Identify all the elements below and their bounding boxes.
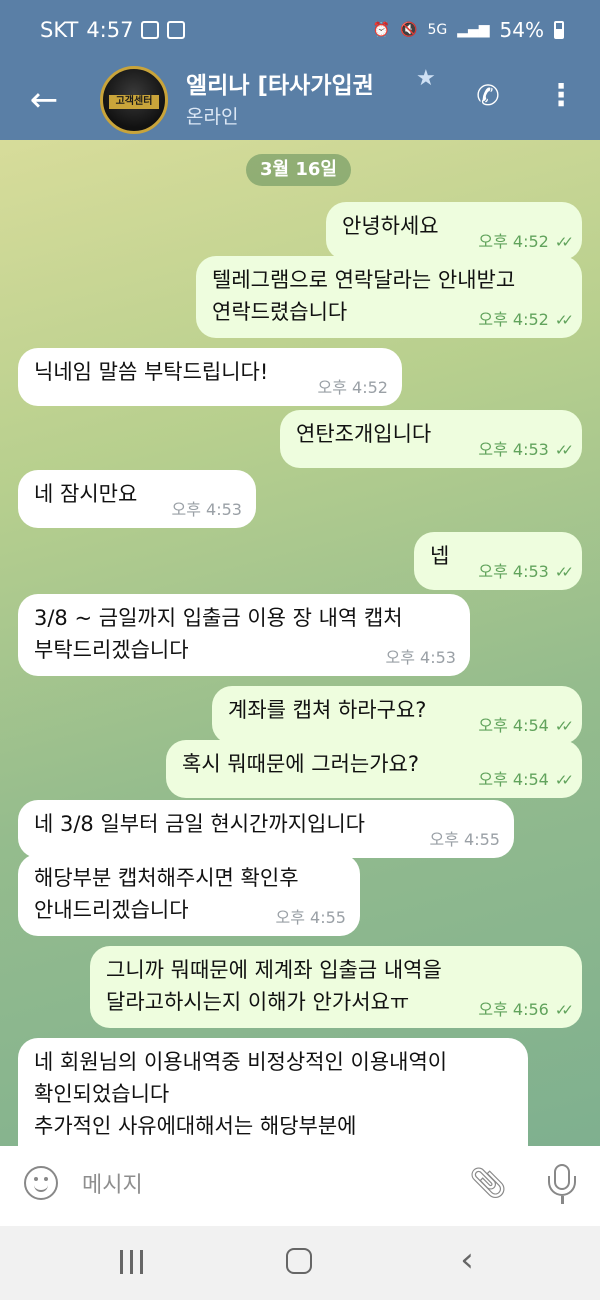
online-status: 온라인 — [186, 106, 239, 128]
outgoing-message[interactable]: 계좌를 캡쳐 하라구요? 오후 4:54 ✓✓ — [212, 686, 582, 744]
double-check-icon: ✓✓ — [554, 311, 574, 329]
message-input[interactable] — [80, 1166, 464, 1204]
message-time: 오후 4:53 — [171, 500, 242, 519]
message-time: 오후 4:56 — [478, 1000, 549, 1019]
double-check-icon: ✓✓ — [554, 563, 574, 581]
recent-apps-icon[interactable] — [118, 1250, 144, 1274]
incoming-message[interactable]: 네 3/8 일부터 금일 현시간까지입니다오후 4:55 — [18, 800, 514, 858]
incoming-message[interactable]: 네 잠시만요 오후 4:53 — [18, 470, 256, 528]
chat-title[interactable]: 엘리나 [타사가입권 — [186, 66, 414, 100]
message-text: 네 회원님의 이용내역중 비정상적인 이용내역이 확인되었습니다 추가적인 사유… — [34, 1050, 448, 1138]
message-time: 오후 4:53 — [478, 562, 549, 581]
message-time: 오후 4:52 — [478, 310, 549, 329]
message-time: 오후 4:54 — [478, 716, 549, 735]
battery-percent: 54% — [499, 18, 544, 42]
star-icon: ★ — [416, 66, 436, 91]
double-check-icon: ✓✓ — [554, 771, 574, 789]
date-separator: 3월 16일 — [246, 154, 351, 186]
system-nav-bar: ‹ — [0, 1226, 600, 1300]
outgoing-message[interactable]: 넵 오후 4:53 ✓✓ — [414, 532, 582, 590]
message-meta: 오후 4:53 — [386, 648, 456, 668]
avatar-label: 고객센터 — [109, 95, 159, 109]
double-check-icon: ✓✓ — [554, 717, 574, 735]
message-time: 오후 4:55 — [275, 908, 346, 927]
message-time: 오후 4:53 — [385, 648, 456, 667]
message-meta: 오후 4:56 ✓✓ — [478, 1000, 574, 1020]
status-left: SKT 4:57 — [40, 18, 186, 42]
outgoing-message[interactable]: 그니까 뭐때문에 제계좌 입출금 내역을 달라고하시는지 이해가 안가서요ㅠ 오후… — [90, 946, 582, 1028]
message-meta: 오후 4:54 ✓✓ — [478, 716, 574, 736]
gallery-notification-icon — [141, 21, 160, 39]
clock: 4:57 — [86, 18, 134, 42]
chat-messages[interactable]: 3월 16일 안녕하세요 오후 4:52 ✓✓ 텔레그램으로 연락달라는 안내받고 연… — [0, 140, 600, 1146]
nav-back-icon[interactable]: ‹ — [452, 1240, 482, 1280]
message-meta: 오후 4:52 ✓✓ — [478, 310, 574, 330]
message-time: 오후 4:52 — [478, 232, 549, 251]
outgoing-message[interactable]: 연탄조개입니다 오후 4:53 ✓✓ — [280, 410, 582, 468]
double-check-icon: ✓✓ — [554, 233, 574, 251]
incoming-message[interactable]: 닉네임 말씀 부탁드립니다! 오후 4:52 — [18, 348, 402, 406]
message-meta: 오후 4:55 — [430, 830, 500, 850]
mute-icon: 🔇 — [400, 22, 418, 38]
message-composer: 📎︎ — [0, 1146, 600, 1226]
outgoing-message[interactable]: 안녕하세요 오후 4:52 ✓✓ — [326, 202, 582, 260]
emoji-icon[interactable] — [24, 1166, 58, 1200]
message-meta: 오후 4:55 — [276, 908, 346, 928]
incoming-message[interactable]: 네 회원님의 이용내역중 비정상적인 이용내역이 확인되었습니다 추가적인 사유… — [18, 1038, 528, 1146]
message-meta: 오후 4:52 ✓✓ — [478, 232, 574, 252]
download-notification-icon — [167, 21, 186, 39]
back-arrow-icon[interactable]: ← — [22, 78, 66, 122]
carrier-label: SKT — [40, 18, 79, 42]
status-right: ⏰ 🔇 5G ▂▄▆ 54% — [373, 18, 564, 42]
double-check-icon: ✓✓ — [554, 441, 574, 459]
message-time: 오후 4:52 — [317, 378, 388, 397]
status-bar: SKT 4:57 ⏰ 🔇 5G ▂▄▆ 54% — [0, 0, 600, 64]
message-meta: 오후 4:53 ✓✓ — [478, 440, 574, 460]
paperclip-icon[interactable]: 📎︎ — [468, 1164, 508, 1204]
incoming-message[interactable]: 3/8 ~ 금일까지 입출금 이용 장 내역 캡처 부탁드리겠습니다 오후 4:5… — [18, 594, 470, 676]
avatar[interactable]: 고객센터 — [100, 66, 168, 134]
battery-icon — [554, 21, 564, 39]
message-time: 오후 4:55 — [429, 830, 500, 849]
message-meta: 오후 4:52 — [318, 378, 388, 398]
phone-icon[interactable]: ✆ — [470, 78, 506, 114]
message-meta: 오후 4:53 — [172, 500, 242, 520]
outgoing-message[interactable]: 혹시 뭐때문에 그러는가요? 오후 4:54 ✓✓ — [166, 740, 582, 798]
message-time: 오후 4:54 — [478, 770, 549, 789]
incoming-message[interactable]: 해당부분 캡처해주시면 확인후 안내드리겠습니다 오후 4:55 — [18, 854, 360, 936]
alarm-icon: ⏰ — [372, 22, 391, 38]
more-vertical-icon[interactable]: ⋮ — [546, 78, 576, 114]
message-text: 네 3/8 일부터 금일 현시간까지입니다 — [34, 812, 365, 836]
chat-header: ← 고객센터 엘리나 [타사가입권 ★ 온라인 ✆ ⋮ — [0, 64, 600, 140]
message-meta: 오후 4:54 ✓✓ — [478, 770, 574, 790]
message-meta: 오후 4:53 ✓✓ — [478, 562, 574, 582]
double-check-icon: ✓✓ — [554, 1001, 574, 1019]
signal-icon: ▂▄▆ — [457, 22, 490, 38]
microphone-icon[interactable] — [544, 1164, 580, 1208]
home-icon[interactable] — [286, 1248, 312, 1274]
outgoing-message[interactable]: 텔레그램으로 연락달라는 안내받고 연락드렸습니다 오후 4:52 ✓✓ — [196, 256, 582, 338]
message-time: 오후 4:53 — [478, 440, 549, 459]
network-type-label: 5G — [427, 22, 448, 38]
